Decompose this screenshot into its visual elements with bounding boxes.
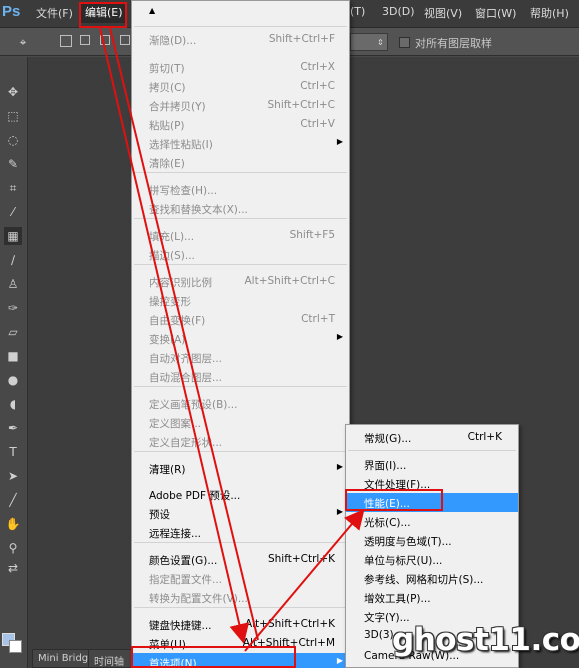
arrow-to-preferences-2 bbox=[109, 27, 259, 641]
arrow-to-performance bbox=[244, 508, 365, 652]
annotation-arrows bbox=[99, 27, 365, 652]
arrow-to-preferences bbox=[99, 27, 250, 644]
watermark: ghost11.com bbox=[392, 622, 579, 658]
photoshop-window: Ps 文件(F) 编辑(E) (T) 3D(D) 视图(V) 窗口(W) 帮助(… bbox=[0, 0, 579, 668]
